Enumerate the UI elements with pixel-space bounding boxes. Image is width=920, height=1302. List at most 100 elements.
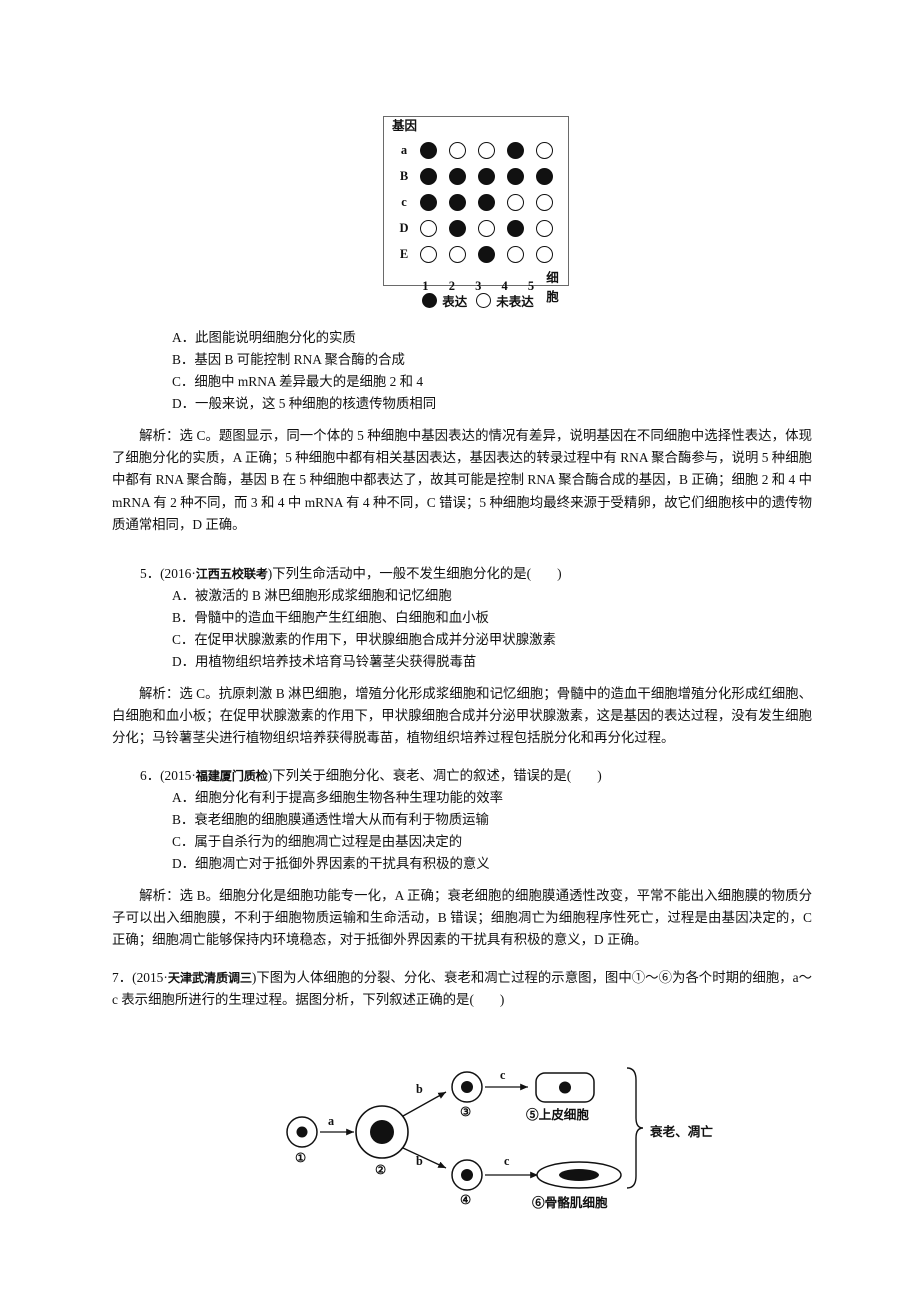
grouping-brace [626,1067,644,1189]
figure-legend: 表达 未表达 [388,291,568,310]
expressed-dot [536,167,553,185]
q6-stem: 6．(2015·福建厦门质检)下列关于细胞分化、衰老、凋亡的叙述，错误的是() [140,765,814,787]
matrix-cell [501,193,530,211]
process-label-c-upper: c [500,1068,506,1082]
unexpressed-dot [478,219,495,237]
cell-6-nucleus [559,1169,599,1181]
cell-5-label: ⑤上皮细胞 [526,1108,589,1122]
q7-number: 7． [112,970,133,985]
q4-option-c: C．细胞中 mRNA 差异最大的是细胞 2 和 4 [172,374,424,389]
q5-number: 5． [140,566,161,581]
q4-option-b: B．基因 B 可能控制 RNA 聚合酶的合成 [172,352,405,367]
q7-source-name: 天津武清质调三 [167,971,252,985]
gene-row-D: D [394,215,562,241]
matrix-cell [530,245,559,263]
unexpressed-dot [420,245,437,263]
matrix-cell [443,141,472,159]
q6-number: 6． [140,768,161,783]
cell-1-nucleus [296,1126,308,1138]
legend-label: 表达 [442,295,468,309]
gene-row-label: E [399,246,409,261]
unexpressed-dot [507,193,524,211]
matrix-cell [501,219,530,237]
q4-analysis: 解析：选 C。题图显示，同一个体的 5 种细胞中基因表达的情况有差异，说明基因在… [112,425,812,536]
q5-option-c: C．在促甲状腺激素的作用下，甲状腺细胞合成并分泌甲状腺激素 [172,632,556,647]
q5-option-d: D．用植物组织培养技术培育马铃薯茎尖获得脱毒苗 [172,654,477,669]
matrix-cell [414,167,443,185]
process-label-a: a [328,1114,335,1128]
expressed-dot [420,193,437,211]
unexpressed-dot [449,245,466,263]
unexpressed-dot [507,245,524,263]
q7-stem: 7．(2015·天津武清质调三)下图为人体细胞的分裂、分化、衰老和凋亡过程的示意… [112,967,812,1011]
cell-2-nucleus [370,1120,394,1144]
q5-stem-end: ) [557,566,562,581]
matrix-cell [472,219,501,237]
matrix-cell [530,193,559,211]
cell-2-label: ② [375,1163,387,1177]
gene-row-a: a [394,137,562,163]
q6-analysis-text: 解析：选 B。细胞分化是细胞功能专一化，A 正确；衰老细胞的细胞膜通透性改变，平… [112,888,812,948]
filled-circle-icon [422,293,438,308]
q4-option-d: D．一般来说，这 5 种细胞的核遗传物质相同 [172,396,437,411]
expressed-dot [449,219,466,237]
expressed-dot [507,141,524,159]
q5-option-b: B．骨髓中的造血干细胞产生红细胞、白细胞和血小板 [172,610,489,625]
document-page: 基因 a B c D E 1 2 3 4 5 细胞 表达 未表达 A．此图能说明… [0,0,920,1302]
matrix-cell [443,245,472,263]
q5-stem: 5．(2016·江西五校联考)下列生命活动中，一般不发生细胞分化的是() [140,563,814,585]
q6-option-a: A．细胞分化有利于提高多细胞生物各种生理功能的效率 [172,790,504,805]
legend-not-expressed: 未表达 [476,291,534,310]
q5-option-a: A．被激活的 B 淋巴细胞形成浆细胞和记忆细胞 [172,588,452,603]
matrix-cell [414,141,443,159]
cell-5-nucleus [559,1081,571,1094]
expressed-dot [420,141,437,159]
matrix-cell [443,193,472,211]
q6-option-d: D．细胞凋亡对于抵御外界因素的干扰具有积极的意义 [172,856,490,871]
matrix-cell [414,245,443,263]
q4-analysis-text: 解析：选 C。题图显示，同一个体的 5 种细胞中基因表达的情况有差异，说明基因在… [112,428,812,532]
process-label-c-lower: c [504,1154,510,1168]
hollow-circle-icon [476,293,492,308]
expressed-dot [478,167,495,185]
cell-4-label: ④ [460,1193,472,1207]
q6-source-prefix: (2015· [160,768,196,783]
q4-option-a: A．此图能说明细胞分化的实质 [172,330,356,345]
arrow-b-upper [402,1091,447,1117]
matrix-cell [501,141,530,159]
gene-row-label: B [399,168,409,183]
matrix-cell [472,141,501,159]
expressed-dot [478,193,495,211]
legend-label: 未表达 [496,295,534,309]
matrix-cell [414,219,443,237]
unexpressed-dot [449,141,466,159]
matrix-cell [472,193,501,211]
expressed-dot [478,245,495,263]
expressed-dot [507,167,524,185]
gene-row-label: D [399,220,409,235]
unexpressed-dot [536,193,553,211]
q7-stem-end: ) [499,992,505,1008]
q5-source-name: 江西五校联考 [195,567,268,581]
cell-1-label: ① [295,1151,307,1165]
process-label-b-lower: b [416,1154,423,1168]
expressed-dot [449,193,466,211]
cell-process-figure: a b b c c ① ② ③ ④ ⑤上皮细胞 ⑥骨骼肌细胞 衰老、凋亡 [270,1040,713,1210]
gene-row-label: a [400,142,408,157]
unexpressed-dot [420,219,437,237]
q5-source-prefix: (2016· [160,566,196,581]
expressed-dot [449,167,466,185]
gene-row-label: c [401,194,407,209]
unexpressed-dot [536,245,553,263]
brace-label: 衰老、凋亡 [650,1125,713,1139]
gene-row-c: c [394,189,562,215]
matrix-cell [472,245,501,263]
cell-6-label: ⑥骨骼肌细胞 [532,1196,608,1210]
gene-row-B: B [394,163,562,189]
q6-option-c: C．属于自杀行为的细胞凋亡过程是由基因决定的 [172,834,463,849]
q5-analysis-text: 解析：选 C。抗原刺激 B 淋巴细胞，增殖分化形成浆细胞和记忆细胞；骨髓中的造血… [112,686,812,746]
q7-source-prefix: (2015· [132,970,168,985]
cell-3-nucleus [461,1081,473,1093]
matrix-cell [443,167,472,185]
expressed-dot [507,219,524,237]
